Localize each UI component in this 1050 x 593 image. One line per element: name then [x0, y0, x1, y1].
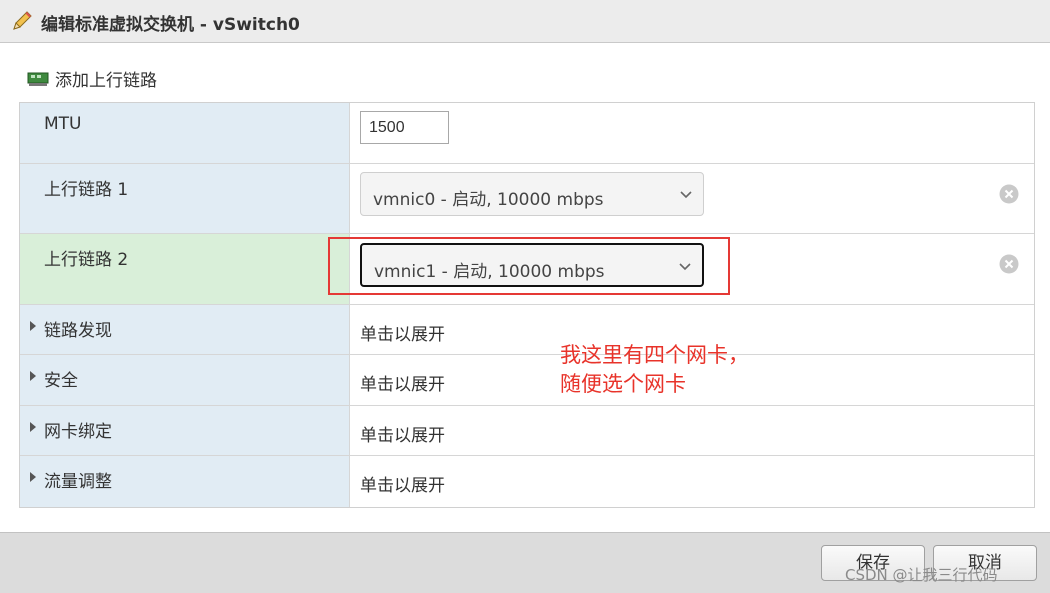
- pencil-icon: [13, 11, 32, 30]
- annotation-note: 我这里有四个网卡， 随便选个网卡: [560, 341, 749, 399]
- dialog-title: 编辑标准虚拟交换机 - vSwitch0: [41, 15, 300, 35]
- row-label-cell: 网卡绑定: [20, 406, 350, 455]
- dialog-titlebar: 编辑标准虚拟交换机 - vSwitch0: [0, 0, 1050, 43]
- uplink-1-label: 上行链路 1: [44, 180, 129, 200]
- row-traffic-shaping[interactable]: 流量调整 单击以展开: [20, 456, 1034, 507]
- row-label-cell: 流量调整: [20, 456, 350, 507]
- row-label-cell: 上行链路 1: [20, 164, 350, 233]
- expand-link[interactable]: 单击以展开: [360, 320, 445, 345]
- annotation-highlight-box: [328, 237, 730, 295]
- row-mtu: MTU: [20, 103, 1034, 164]
- row-label-cell: 链路发现: [20, 305, 350, 354]
- add-uplink-label: 添加上行链路: [55, 71, 157, 91]
- nic-icon: [27, 72, 49, 86]
- expand-link[interactable]: 单击以展开: [360, 471, 445, 496]
- triangle-right-icon: [30, 371, 36, 381]
- row-link-discovery[interactable]: 链路发现 单击以展开: [20, 305, 1034, 355]
- watermark: CSDN @让我三行代码: [845, 566, 998, 584]
- row-uplink-1: 上行链路 1 vmnic0 - 启动, 10000 mbps: [20, 164, 1034, 234]
- triangle-right-icon: [30, 321, 36, 331]
- row-label-cell: MTU: [20, 103, 350, 163]
- triangle-right-icon: [30, 472, 36, 482]
- security-label: 安全: [44, 371, 78, 391]
- uplink-2-label: 上行链路 2: [44, 250, 129, 270]
- row-security[interactable]: 安全 单击以展开: [20, 355, 1034, 406]
- triangle-right-icon: [30, 422, 36, 432]
- annotation-line-2: 随便选个网卡: [560, 372, 686, 396]
- row-label-cell: 安全: [20, 355, 350, 405]
- mtu-label: MTU: [44, 114, 82, 134]
- link-discovery-label: 链路发现: [44, 321, 112, 341]
- expand-link[interactable]: 单击以展开: [360, 421, 445, 446]
- vswitch-settings-table: MTU 上行链路 1 vmnic0 - 启动, 10000 mbps 上行链路 …: [19, 102, 1035, 508]
- remove-uplink-1-icon[interactable]: [999, 184, 1019, 204]
- row-label-cell: 上行链路 2: [20, 234, 350, 304]
- mtu-input[interactable]: [360, 111, 449, 144]
- chevron-down-icon: [680, 191, 692, 199]
- expand-link[interactable]: 单击以展开: [360, 370, 445, 395]
- traffic-shaping-label: 流量调整: [44, 472, 112, 492]
- remove-uplink-2-icon[interactable]: [999, 254, 1019, 274]
- uplink-1-value: vmnic0 - 启动, 10000 mbps: [373, 190, 604, 210]
- nic-teaming-label: 网卡绑定: [44, 422, 112, 442]
- row-nic-teaming[interactable]: 网卡绑定 单击以展开: [20, 406, 1034, 456]
- add-uplink-button[interactable]: 添加上行链路: [27, 66, 157, 91]
- annotation-line-1: 我这里有四个网卡，: [560, 343, 749, 367]
- uplink-1-select[interactable]: vmnic0 - 启动, 10000 mbps: [360, 172, 704, 216]
